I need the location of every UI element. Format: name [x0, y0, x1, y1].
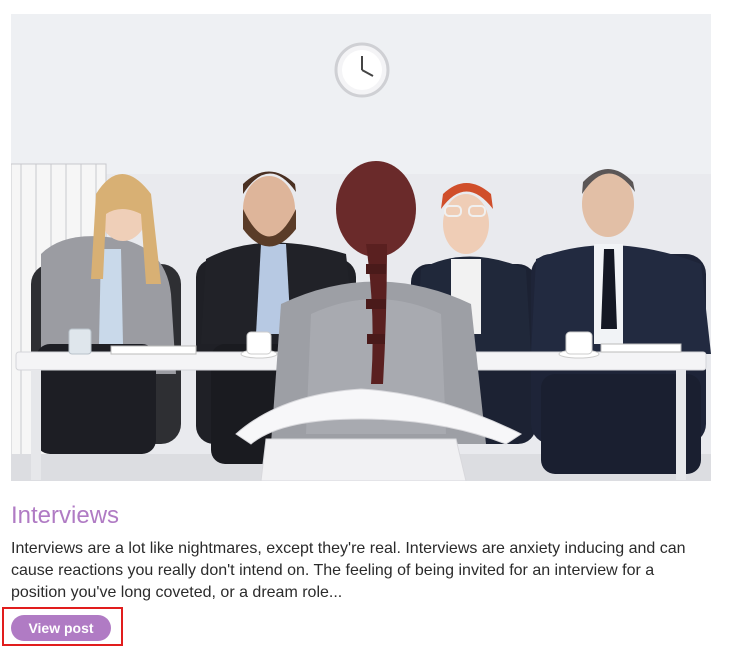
clock-icon: [334, 42, 390, 98]
post-excerpt: Interviews are a lot like nightmares, ex…: [11, 540, 686, 601]
view-post-button[interactable]: View post: [11, 615, 111, 641]
interview-illustration: [11, 14, 711, 481]
post-image[interactable]: [11, 14, 711, 481]
post-card: Interviews Interviews are a lot like nig…: [0, 0, 737, 658]
post-title-link[interactable]: Interviews: [11, 500, 119, 532]
